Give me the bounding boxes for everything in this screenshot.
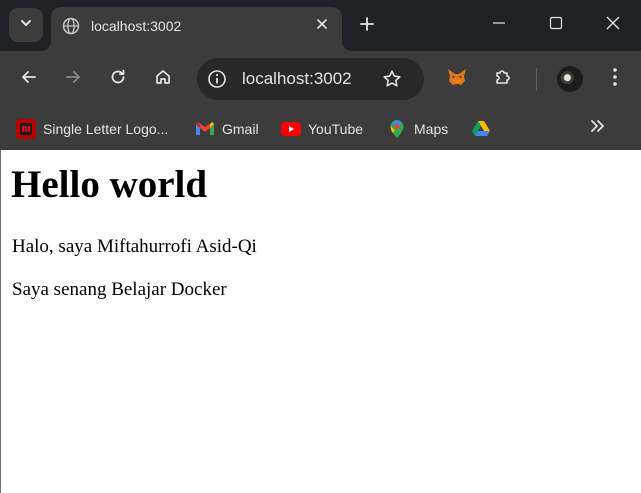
back-button[interactable]	[15, 65, 43, 93]
bookmark-google-drive[interactable]	[471, 115, 498, 143]
close-icon	[316, 17, 328, 35]
bookmark-single-letter-logo[interactable]: Single Letter Logo...	[16, 115, 168, 143]
maps-icon	[387, 119, 407, 139]
address-bar-url: localhost:3002	[242, 69, 352, 88]
bookmark-label: YouTube	[308, 121, 364, 137]
kebab-menu-icon	[612, 67, 618, 92]
tab-search-button[interactable]	[9, 8, 43, 42]
reload-button[interactable]	[104, 65, 132, 93]
new-tab-button[interactable]	[354, 13, 380, 39]
double-chevron-right-icon	[586, 120, 610, 142]
youtube-icon	[281, 119, 301, 139]
address-bar[interactable]: localhost:3002	[197, 58, 424, 100]
menu-button[interactable]	[601, 65, 629, 93]
bookmark-star-icon[interactable]	[380, 67, 404, 91]
tab-title: localhost:3002	[91, 18, 182, 34]
bookmark-gmail[interactable]: Gmail	[195, 115, 259, 143]
arrow-right-icon	[64, 68, 82, 91]
minimize-button[interactable]	[484, 10, 514, 40]
google-drive-icon	[471, 119, 491, 139]
extensions-button[interactable]	[489, 65, 517, 93]
close-icon	[605, 15, 621, 36]
globe-icon	[62, 17, 80, 35]
page-paragraph: Halo, saya Miftahurrofi Asid-Qi	[12, 236, 257, 257]
minimize-icon	[492, 16, 506, 35]
plus-icon	[359, 16, 375, 37]
gmail-icon	[195, 119, 215, 139]
bookmark-label: Single Letter Logo...	[43, 121, 169, 137]
arrow-left-icon	[20, 68, 38, 91]
bookmark-maps[interactable]: Maps	[387, 115, 448, 143]
profile-avatar[interactable]	[557, 66, 583, 92]
maximize-icon	[549, 16, 563, 35]
bookmarks-bar: Single Letter Logo... Gmail YouTube Maps	[0, 107, 641, 150]
reload-icon	[109, 68, 127, 91]
metamask-fox-icon	[446, 66, 468, 93]
maximize-button[interactable]	[541, 10, 571, 40]
tab-close-button[interactable]	[312, 16, 332, 36]
browser-toolbar: localhost:3002	[0, 51, 641, 107]
page-paragraph: Saya senang Belajar Docker	[12, 279, 227, 300]
single-letter-logo-icon	[16, 119, 36, 139]
web-page-content: Hello world Halo, saya Miftahurrofi Asid…	[0, 150, 641, 493]
home-icon	[154, 68, 172, 91]
toolbar-divider	[536, 68, 537, 90]
window-close-button[interactable]	[598, 10, 628, 40]
bookmark-youtube[interactable]: YouTube	[281, 115, 363, 143]
tab-active[interactable]: localhost:3002	[41, 7, 352, 51]
page-heading: Hello world	[11, 163, 208, 206]
metamask-extension-button[interactable]	[443, 65, 471, 93]
bookmark-label: Gmail	[222, 121, 259, 137]
bookmarks-overflow-button[interactable]	[586, 114, 610, 138]
site-info-icon[interactable]	[205, 67, 229, 91]
bookmark-label: Maps	[414, 121, 449, 137]
home-button[interactable]	[149, 65, 177, 93]
tab-strip: localhost:3002	[0, 0, 641, 51]
forward-button[interactable]	[59, 65, 87, 93]
puzzle-piece-icon	[493, 67, 513, 92]
chevron-down-icon	[19, 16, 33, 35]
